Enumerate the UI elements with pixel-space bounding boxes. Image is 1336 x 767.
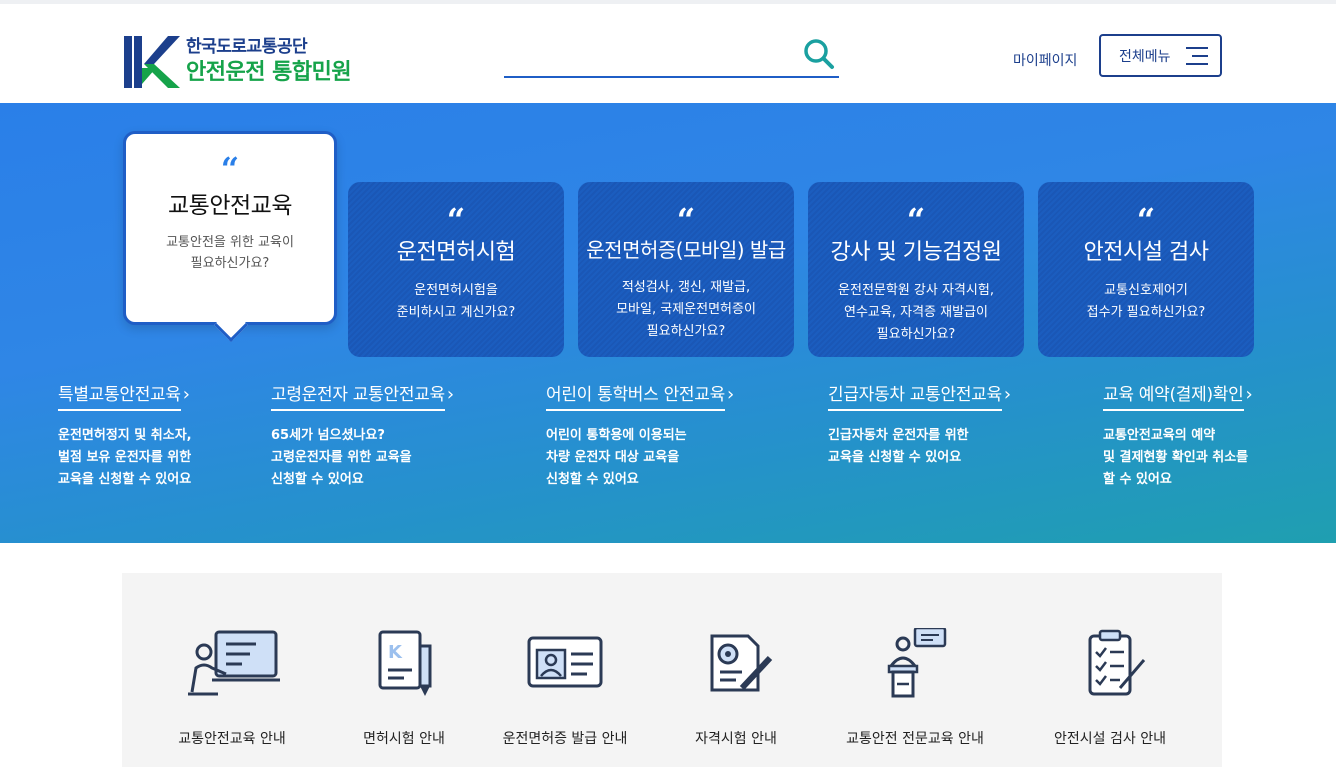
- org-name: 한국도로교통공단: [186, 37, 308, 57]
- search-box: [504, 34, 839, 78]
- card-title: 강사 및 기능검정원: [830, 240, 1002, 265]
- card-title: 운전면허시험: [396, 240, 516, 265]
- card-title: 운전면허증(모바일) 발급: [586, 238, 786, 262]
- link-desc: 운전면허정지 및 취소자, 벌점 보유 운전자를 위한 교육을 신청할 수 있어요: [58, 428, 192, 487]
- chevron-right-icon: ›: [446, 384, 455, 405]
- link-title: 교육 예약(결제)확인: [1103, 380, 1244, 411]
- guide-item-safety-facility[interactable]: 안전시설 검사 안내: [1025, 628, 1195, 748]
- link-title: 특별교통안전교육: [58, 380, 181, 411]
- search-icon[interactable]: [803, 38, 835, 70]
- document-pen-icon: K: [378, 630, 432, 696]
- guide-label: 교통안전교육 안내: [178, 731, 286, 747]
- chevron-right-icon: ›: [1245, 384, 1253, 405]
- chevron-right-icon: ›: [1003, 384, 1012, 405]
- guide-label: 면허시험 안내: [363, 731, 445, 747]
- guide-item-qualification-exam[interactable]: 자격시험 안내: [651, 628, 821, 748]
- chevron-right-icon: ›: [726, 384, 735, 405]
- link-desc: 교통안전교육의 예약 및 결제현황 확인과 취소를 할 수 있어요: [1103, 428, 1249, 487]
- search-input[interactable]: [504, 34, 794, 74]
- lecturer-podium-icon: [887, 626, 947, 698]
- card-safety-facility[interactable]: “ 안전시설 검사 교통신호제어기 접수가 필요하신가요?: [1038, 182, 1254, 357]
- link-special-education[interactable]: 특별교통안전교육 › 운전면허정지 및 취소자, 벌점 보유 운전자를 위한 교육을 …: [58, 380, 192, 491]
- quote-icon: “: [906, 201, 926, 239]
- link-title: 어린이 통학버스 안전교육: [546, 380, 725, 411]
- link-desc: 긴급자동차 운전자를 위한 교육을 신청할 수 있어요: [828, 428, 969, 465]
- guide-item-license-issue[interactable]: 운전면허증 발급 안내: [480, 628, 650, 748]
- link-school-bus-education[interactable]: 어린이 통학버스 안전교육 › 어린이 통학용에 이용되는 차량 운전자 대상 교육…: [546, 380, 734, 491]
- guide-item-safety-education[interactable]: 교통안전교육 안내: [147, 628, 317, 748]
- presentation-icon: [188, 630, 280, 696]
- guide-item-expert-education[interactable]: 교통안전 전문교육 안내: [830, 626, 1000, 748]
- card-desc: 운전전문학원 강사 자격시험, 연수교육, 자격증 재발급이 필요하신가요?: [838, 283, 994, 342]
- link-elderly-education[interactable]: 고령운전자 교통안전교육 › 65세가 넘으셨나요? 고령운전자를 위한 교육을 신청…: [271, 380, 454, 491]
- card-traffic-safety-education[interactable]: “ 교통안전교육 교통안전을 위한 교육이 필요하신가요?: [123, 131, 337, 325]
- link-reservation-check[interactable]: 교육 예약(결제)확인 › 교통안전교육의 예약 및 결제현황 확인과 취소를 할 수…: [1103, 380, 1253, 491]
- hamburger-icon: [1186, 47, 1208, 65]
- service-name: 안전운전 통합민원: [186, 60, 352, 85]
- card-instructor[interactable]: “ 강사 및 기능검정원 운전전문학원 강사 자격시험, 연수교육, 자격증 재발…: [808, 182, 1024, 357]
- link-title: 긴급자동차 교통안전교육: [828, 380, 1002, 411]
- allmenu-label: 전체메뉴: [1119, 48, 1171, 65]
- guide-label: 교통안전 전문교육 안내: [846, 731, 984, 747]
- quote-icon: “: [676, 201, 696, 239]
- quote-icon: “: [446, 201, 466, 239]
- guide-label: 운전면허증 발급 안내: [502, 731, 628, 747]
- chevron-right-icon: ›: [182, 384, 190, 405]
- koroad-logo-icon: [124, 36, 180, 88]
- link-desc: 어린이 통학용에 이용되는 차량 운전자 대상 교육을 신청할 수 있어요: [546, 428, 687, 487]
- svg-text:K: K: [388, 642, 403, 663]
- link-desc: 65세가 넘으셨나요? 고령운전자를 위한 교육을 신청할 수 있어요: [271, 428, 412, 487]
- certificate-pen-icon: [710, 634, 773, 692]
- id-card-icon: [527, 636, 603, 688]
- guide-item-license-exam[interactable]: K 면허시험 안내: [319, 628, 489, 748]
- card-desc: 운전면허시험을 준비하시고 계신가요?: [396, 283, 516, 320]
- guide-label: 자격시험 안내: [695, 731, 777, 747]
- card-license-issue[interactable]: “ 운전면허증(모바일) 발급 적성검사, 갱신, 재발급, 모바일, 국제운전면…: [578, 182, 794, 357]
- card-license-exam[interactable]: “ 운전면허시험 운전면허시험을 준비하시고 계신가요?: [348, 182, 564, 357]
- link-emergency-vehicle-education[interactable]: 긴급자동차 교통안전교육 › 긴급자동차 운전자를 위한 교육을 신청할 수 있어요: [828, 380, 1011, 469]
- checklist-clipboard-icon: [1088, 629, 1146, 696]
- hero-section: “ 교통안전교육 교통안전을 위한 교육이 필요하신가요? “ 운전면허시험 운…: [0, 103, 1336, 543]
- card-desc: 교통신호제어기 접수가 필요하신가요?: [1086, 283, 1206, 320]
- site-logo[interactable]: 한국도로교통공단 안전운전 통합민원: [122, 34, 352, 90]
- quote-icon: “: [220, 150, 240, 188]
- mypage-link[interactable]: 마이페이지: [1013, 50, 1077, 70]
- card-desc: 적성검사, 갱신, 재발급, 모바일, 국제운전면허증이 필요하신가요?: [616, 280, 756, 339]
- link-title: 고령운전자 교통안전교육: [271, 380, 445, 411]
- card-title: 교통안전교육: [168, 193, 292, 219]
- quote-icon: “: [1136, 201, 1156, 239]
- site-header: 한국도로교통공단 안전운전 통합민원 마이페이지 전체메뉴: [0, 4, 1336, 103]
- guide-label: 안전시설 검사 안내: [1054, 731, 1166, 747]
- allmenu-button[interactable]: 전체메뉴: [1099, 34, 1222, 77]
- card-desc: 교통안전을 위한 교육이 필요하신가요?: [166, 235, 294, 271]
- card-title: 안전시설 검사: [1083, 240, 1209, 265]
- guide-section: 교통안전교육 안내 K 면허시험 안내 운전면허증 발급 안내 자격시험 안내 …: [122, 573, 1222, 767]
